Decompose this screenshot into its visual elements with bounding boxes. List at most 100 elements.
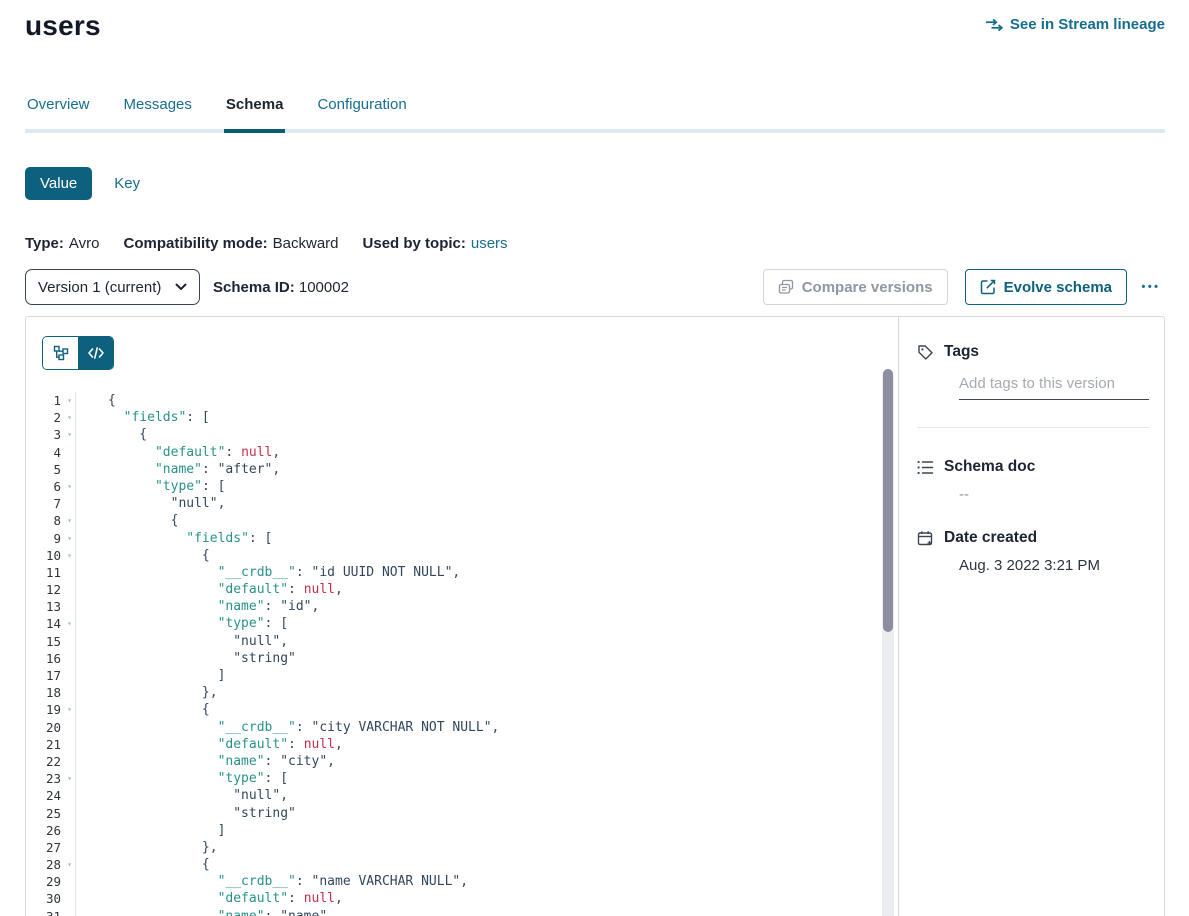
date-created-value: Aug. 3 2022 3:21 PM: [959, 557, 1149, 574]
tab-schema[interactable]: Schema: [224, 90, 286, 133]
key-tab-button[interactable]: Key: [114, 175, 140, 192]
tab-configuration[interactable]: Configuration: [315, 90, 408, 133]
evolve-schema-button[interactable]: Evolve schema: [965, 269, 1127, 305]
date-created-heading: Date created: [944, 529, 1037, 547]
code-line: 5 "name": "after",: [26, 461, 898, 478]
code-line: 22 "name": "city",: [26, 753, 898, 770]
fold-arrow-icon[interactable]: ▾: [64, 392, 75, 409]
code-text: },: [75, 684, 218, 701]
fold-arrow-icon[interactable]: ▾: [64, 701, 75, 718]
schema-id-value: 100002: [299, 279, 349, 296]
fold-arrow-empty: [64, 444, 75, 461]
code-text: {: [75, 426, 147, 443]
line-number: 4: [26, 444, 64, 461]
fold-arrow-icon[interactable]: ▾: [64, 615, 75, 632]
line-number: 19: [26, 701, 64, 718]
controls-row: Version 1 (current) Schema ID: 100002 Co…: [25, 269, 1165, 305]
fold-arrow-icon[interactable]: ▾: [64, 512, 75, 529]
tab-overview[interactable]: Overview: [25, 90, 92, 133]
value-tab-button[interactable]: Value: [25, 167, 92, 200]
line-number: 3: [26, 426, 64, 443]
compatibility-label: Compatibility mode:: [123, 235, 267, 252]
fold-arrow-empty: [64, 564, 75, 581]
see-in-stream-lineage-link[interactable]: See in Stream lineage: [985, 16, 1165, 33]
code-text: "default": null,: [75, 444, 280, 461]
code-line: 28▾ {: [26, 856, 898, 873]
version-select[interactable]: Version 1 (current): [25, 269, 200, 305]
fold-arrow-empty: [64, 598, 75, 615]
version-select-value: Version 1 (current): [38, 279, 161, 296]
code-text: "name": "after",: [75, 461, 280, 478]
line-number: 27: [26, 839, 64, 856]
code-line: 7 "null",: [26, 495, 898, 512]
fold-arrow-icon[interactable]: ▾: [64, 547, 75, 564]
editor-scrollbar-thumb[interactable]: [883, 369, 893, 632]
line-number: 18: [26, 684, 64, 701]
schema-card: 1▾{2▾ "fields": [3▾ {4 "default": null,5…: [25, 316, 1165, 916]
more-actions-button[interactable]: •••: [1137, 281, 1165, 293]
code-line: 13 "name": "id",: [26, 598, 898, 615]
code-text: ]: [75, 822, 225, 839]
tags-input[interactable]: [959, 375, 1149, 400]
code-view-icon: [88, 347, 104, 359]
code-line: 3▾ {: [26, 426, 898, 443]
code-text: "fields": [: [75, 530, 272, 547]
line-number: 28: [26, 856, 64, 873]
date-created-heading-row: Date created: [917, 529, 1149, 547]
fold-arrow-empty: [64, 736, 75, 753]
code-text: "name": "city",: [75, 753, 335, 770]
line-number: 31: [26, 908, 64, 916]
line-number: 14: [26, 615, 64, 632]
code-line: 16 "string": [26, 650, 898, 667]
compare-versions-button[interactable]: Compare versions: [763, 269, 948, 305]
code-line: 6▾ "type": [: [26, 478, 898, 495]
fold-arrow-icon[interactable]: ▾: [64, 856, 75, 873]
code-line: 17 ]: [26, 667, 898, 684]
code-line: 2▾ "fields": [: [26, 409, 898, 426]
line-number: 7: [26, 495, 64, 512]
fold-arrow-icon[interactable]: ▾: [64, 478, 75, 495]
schema-code-editor[interactable]: 1▾{2▾ "fields": [3▾ {4 "default": null,5…: [26, 392, 898, 916]
code-text: "null",: [75, 495, 225, 512]
fold-arrow-icon[interactable]: ▾: [64, 409, 75, 426]
code-text: {: [75, 856, 210, 873]
code-text: },: [75, 839, 218, 856]
line-number: 10: [26, 547, 64, 564]
fold-arrow-empty: [64, 461, 75, 478]
code-line: 26 ]: [26, 822, 898, 839]
fold-arrow-empty: [64, 839, 75, 856]
line-number: 22: [26, 753, 64, 770]
schema-editor-panel: 1▾{2▾ "fields": [3▾ {4 "default": null,5…: [26, 317, 898, 916]
line-number: 1: [26, 392, 64, 409]
type-label: Type:: [25, 235, 64, 252]
line-number: 15: [26, 633, 64, 650]
editor-scrollbar[interactable]: [882, 369, 894, 916]
code-view-button[interactable]: [78, 337, 113, 369]
code-text: {: [75, 392, 116, 409]
topic-link[interactable]: users: [471, 235, 508, 252]
code-line: 25 "string": [26, 805, 898, 822]
code-line: 24 "null",: [26, 787, 898, 804]
line-number: 20: [26, 719, 64, 736]
line-number: 12: [26, 581, 64, 598]
fold-arrow-icon[interactable]: ▾: [64, 426, 75, 443]
schema-id: Schema ID: 100002: [213, 279, 349, 296]
code-line: 14▾ "type": [: [26, 615, 898, 632]
code-text: "fields": [: [75, 409, 210, 426]
schema-doc-heading: Schema doc: [944, 458, 1035, 476]
fold-arrow-empty: [64, 805, 75, 822]
value-key-toggle: Value Key: [25, 167, 1165, 200]
tab-messages[interactable]: Messages: [122, 90, 194, 133]
code-line: 1▾{: [26, 392, 898, 409]
code-line: 11 "__crdb__": "id UUID NOT NULL",: [26, 564, 898, 581]
sidebar-divider: [917, 427, 1149, 428]
line-number: 17: [26, 667, 64, 684]
code-text: "type": [: [75, 478, 225, 495]
gutter-divider: [75, 392, 76, 916]
fold-arrow-empty: [64, 787, 75, 804]
fold-arrow-icon[interactable]: ▾: [64, 770, 75, 787]
tree-view-button[interactable]: [43, 337, 78, 369]
code-line: 10▾ {: [26, 547, 898, 564]
code-line: 9▾ "fields": [: [26, 530, 898, 547]
fold-arrow-icon[interactable]: ▾: [64, 530, 75, 547]
